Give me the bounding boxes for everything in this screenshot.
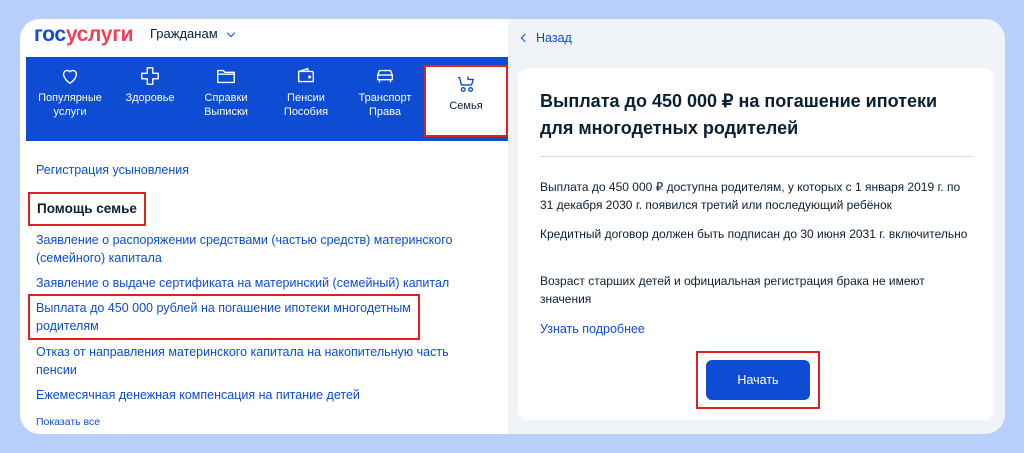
category-label: Здоровье [125,92,175,104]
service-link-mortgage-payment[interactable]: Выплата до 450 000 рублей на погашение и… [28,294,420,340]
service-title: Выплата до 450 000 ₽ на погашение ипотек… [540,91,938,138]
service-condition-3: Возраст старших детей и официальная реги… [540,274,925,306]
category-documents[interactable]: Справки Выписки [186,57,266,141]
category-label: Пенсии Пособия [283,92,329,118]
learn-more-link[interactable]: Узнать подробнее [540,321,645,337]
folder-icon [215,57,237,91]
chevron-down-icon [226,28,235,37]
section-title-family-help: Помощь семье [28,192,146,226]
plus-cross-icon [139,57,161,91]
start-button-highlight: Начать [696,351,820,409]
back-link[interactable]: Назад [518,30,572,46]
chevron-left-icon [520,33,530,43]
car-icon [374,57,396,91]
category-pensions[interactable]: Пенсии Пособия [266,57,346,141]
start-button[interactable]: Начать [706,360,810,400]
heart-icon [59,57,81,91]
logo-part-gos: гос [34,23,66,46]
adoption-link[interactable]: Регистрация усыновления [36,161,189,179]
category-label: Транспорт Права [358,92,412,118]
service-link-pension-refusal[interactable]: Отказ от направления материнского капита… [36,343,476,379]
wallet-icon [295,57,317,91]
back-label: Назад [536,31,572,45]
category-label: Семья [449,100,483,112]
category-label: Популярные услуги [38,92,102,118]
service-link-maternal-certificate[interactable]: Заявление о выдаче сертификата на матери… [36,274,476,292]
show-all-link[interactable]: Показать все [36,415,100,429]
category-transport[interactable]: Транспорт Права [346,57,424,141]
service-condition-2: Кредитный договор должен быть подписан д… [540,227,968,241]
service-condition-1: Выплата до 450 000 ₽ доступна родителям,… [540,180,961,212]
app-frame: госуслуги Гражданам Популярные услуги Зд… [20,19,1005,434]
audience-dropdown[interactable]: Гражданам [150,26,235,42]
audience-label: Гражданам [150,26,218,41]
gosuslugi-logo[interactable]: госуслуги [34,23,134,47]
logo-part-uslugi: услуги [65,23,134,46]
baby-stroller-icon [455,67,477,99]
service-link-maternal-capital-use[interactable]: Заявление о распоряжении средствами (час… [36,231,476,267]
divider [540,156,974,157]
catalog-panel: госуслуги Гражданам Популярные услуги Зд… [20,19,508,434]
category-label: Справки Выписки [204,92,248,118]
category-popular[interactable]: Популярные услуги [26,57,114,141]
category-health[interactable]: Здоровье [114,57,186,141]
category-family[interactable]: Семья [424,65,508,137]
service-link-food-compensation[interactable]: Ежемесячная денежная компенсация на пита… [36,386,476,404]
category-bar: Популярные услуги Здоровье Справки Выпис… [26,57,508,141]
service-detail-card: Выплата до 450 000 ₽ на погашение ипотек… [518,68,994,420]
